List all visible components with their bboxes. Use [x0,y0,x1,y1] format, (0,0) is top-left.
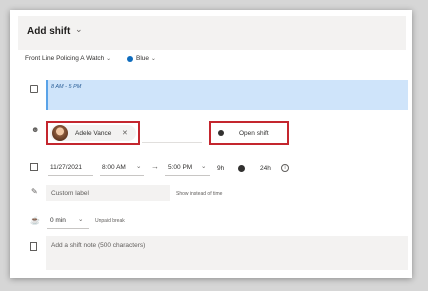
shift-time-bar[interactable] [46,80,408,110]
person-icon: ☻ [31,125,40,134]
arrow-right-icon: → [151,162,159,171]
note-icon [30,242,37,251]
shift-note-placeholder: Add a shift note (500 characters) [51,242,146,249]
avatar [52,125,68,141]
team-selector[interactable]: Front Line Policing A Watch ⌄ [25,55,111,62]
pencil-icon: ✎ [31,187,38,196]
chevron-down-icon: ⌄ [150,56,156,62]
end-time-input[interactable]: 5:00 PM [168,164,192,171]
start-date-underline [48,175,93,176]
custom-label-placeholder: Custom label [51,190,89,197]
group-selector[interactable]: Blue ⌄ [136,55,156,62]
cup-icon: ☕ [30,216,40,225]
custom-label-hint: Show instead of time [176,191,223,197]
chevron-down-icon[interactable]: ⌄ [78,215,83,223]
chevron-down-icon[interactable]: ⌄ [136,162,141,170]
assignee-input-underline[interactable] [142,142,202,143]
chevron-down-icon: ⌄ [106,56,112,62]
break-hint: Unpaid break [95,218,125,224]
clock-icon [30,85,38,93]
assignee-name: Adele Vance [75,130,112,137]
start-date-input[interactable]: 11/27/2021 [50,164,82,171]
calendar-icon [30,163,38,171]
chevron-down-icon[interactable]: ⌄ [75,24,83,35]
open-shift-label: Open shift [239,130,269,137]
team-name: Front Line Policing A Watch [25,55,105,62]
all-day-toggle[interactable] [238,165,245,172]
start-time-underline [100,175,144,176]
info-icon[interactable]: i [281,164,289,172]
break-duration-select[interactable]: 0 min [50,217,66,224]
chevron-down-icon[interactable]: ⌄ [201,162,206,170]
open-shift-toggle[interactable] [218,130,224,136]
shift-time-bar-label: 8 AM - 5 PM [51,84,82,90]
end-time-underline [165,175,210,176]
close-icon[interactable]: ✕ [122,129,128,137]
dialog-title: Add shift [27,26,71,37]
break-underline [47,228,89,229]
group-color-dot [127,56,133,62]
shift-duration: 9h [217,165,225,172]
all-day-label: 24h [260,165,271,172]
start-time-input[interactable]: 8:00 AM [102,164,126,171]
group-label: Blue [136,55,150,62]
